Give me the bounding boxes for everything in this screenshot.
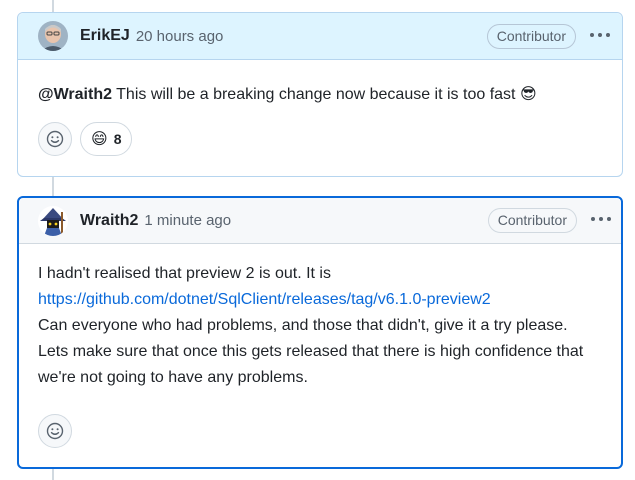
avatar-mage-icon: [38, 205, 68, 236]
sunglasses-emoji: 😎: [519, 86, 537, 103]
comment-body: @Wraith2 This will be a breaking change …: [18, 60, 622, 108]
author-name[interactable]: ErikEJ: [80, 27, 130, 45]
add-reaction-button[interactable]: [38, 122, 72, 156]
reactions-bar: 😄 8: [38, 122, 133, 156]
comment-text: This will be a breaking change now becau…: [111, 86, 516, 103]
kebab-dot-icon: [590, 33, 594, 37]
reactions-bar: [38, 414, 72, 448]
avatar[interactable]: [38, 21, 68, 51]
add-reaction-button[interactable]: [38, 414, 72, 448]
comment-header: Wraith2 1 minute ago Contributor: [19, 198, 621, 244]
avatar-photo-icon: [38, 21, 68, 51]
kebab-dot-icon: [607, 217, 611, 221]
author-name[interactable]: Wraith2: [80, 212, 138, 230]
more-options-button[interactable]: [590, 33, 610, 37]
reaction-count: 8: [113, 131, 122, 147]
comment-text-line1: I hadn't realised that preview 2 is out.…: [38, 265, 331, 282]
smiley-icon: [46, 130, 64, 148]
contributor-badge: Contributor: [487, 208, 577, 233]
contributor-badge: Contributor: [486, 24, 576, 49]
comment-timestamp[interactable]: 20 hours ago: [136, 28, 224, 45]
avatar[interactable]: [38, 205, 68, 236]
smiley-icon: [46, 422, 64, 440]
comment-body: I hadn't realised that preview 2 is out.…: [19, 244, 621, 391]
kebab-dot-icon: [606, 33, 610, 37]
comment-timestamp[interactable]: 1 minute ago: [144, 212, 231, 229]
kebab-dot-icon: [599, 217, 603, 221]
comment-text-rest: Can everyone who had problems, and those…: [38, 317, 584, 386]
reaction-laugh-button[interactable]: 😄 8: [80, 122, 133, 156]
comment-header: ErikEJ 20 hours ago Contributor: [18, 13, 622, 60]
comment-card: ErikEJ 20 hours ago Contributor @Wraith2…: [17, 12, 623, 177]
laugh-emoji: 😄: [91, 131, 108, 148]
user-mention[interactable]: @Wraith2: [38, 86, 112, 103]
comment-card-focused: Wraith2 1 minute ago Contributor I hadn'…: [17, 196, 623, 469]
kebab-dot-icon: [591, 217, 595, 221]
kebab-dot-icon: [598, 33, 602, 37]
release-link[interactable]: https://github.com/dotnet/SqlClient/rele…: [38, 291, 491, 308]
more-options-button[interactable]: [591, 217, 611, 221]
